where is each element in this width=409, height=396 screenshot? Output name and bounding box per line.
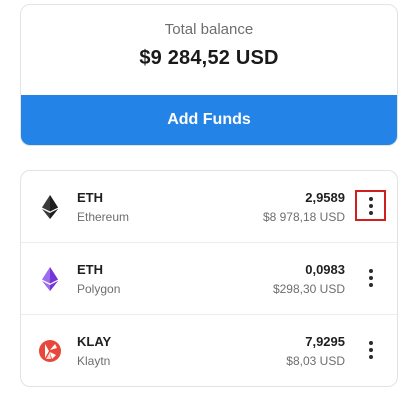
token-symbol: ETH <box>77 190 103 205</box>
ethereum-icon <box>42 195 58 219</box>
more-icon <box>368 340 373 345</box>
asset-row-eth-polygon[interactable]: ETH Polygon 0,0983 $298,30 USD <box>21 243 397 315</box>
balance-card: Total balance $9 284,52 USD Add Funds <box>20 4 398 146</box>
token-network: Polygon <box>77 282 121 296</box>
more-options-button[interactable] <box>355 190 386 221</box>
token-network: Klaytn <box>77 354 111 368</box>
token-amount: 0,0983 <box>305 262 345 277</box>
total-balance-value: $9 284,52 USD <box>139 47 279 69</box>
more-icon <box>368 268 373 273</box>
token-amount: 2,9589 <box>305 190 345 205</box>
token-fiat-value: $8 978,18 USD <box>262 210 345 224</box>
asset-list: ETH Ethereum 2,9589 $8 978,18 USD ETH Po… <box>20 170 398 387</box>
token-symbol: KLAY <box>77 334 112 349</box>
token-symbol: ETH <box>77 262 103 277</box>
token-fiat-value: $8,03 USD <box>286 354 345 368</box>
more-options-button[interactable] <box>355 334 386 365</box>
klaytn-icon <box>39 340 61 362</box>
asset-row-klay-klaytn[interactable]: KLAY Klaytn 7,9295 $8,03 USD <box>21 315 397 387</box>
token-fiat-value: $298,30 USD <box>272 282 345 296</box>
add-funds-button[interactable]: Add Funds <box>21 95 397 145</box>
token-amount: 7,9295 <box>305 334 345 349</box>
total-balance-label: Total balance <box>164 21 254 38</box>
polygon-ethereum-icon <box>42 267 58 291</box>
more-options-button[interactable] <box>355 262 386 293</box>
more-icon <box>368 196 373 201</box>
token-network: Ethereum <box>77 210 130 224</box>
asset-row-eth-ethereum[interactable]: ETH Ethereum 2,9589 $8 978,18 USD <box>21 171 397 243</box>
